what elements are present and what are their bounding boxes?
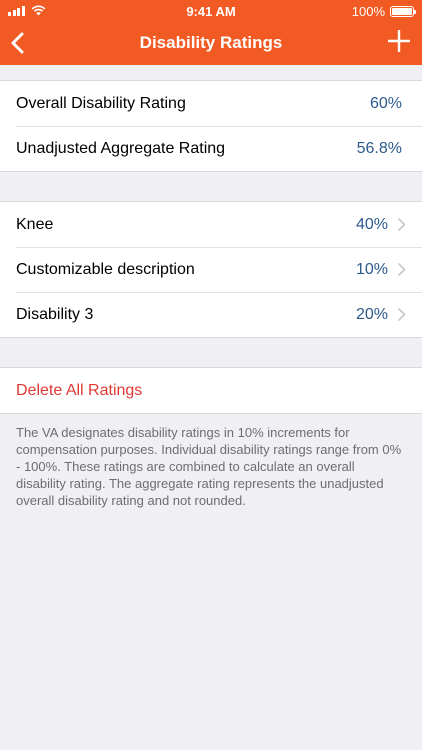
chevron-right-icon [398, 263, 406, 276]
aggregate-rating-row: Unadjusted Aggregate Rating 56.8% [0, 126, 422, 171]
plus-icon [387, 29, 411, 53]
footer-note: The VA designates disability ratings in … [16, 425, 402, 508]
rating-value: 10% [355, 260, 388, 278]
overall-rating-label: Overall Disability Rating [16, 94, 186, 112]
overall-rating-value: 60% [369, 94, 402, 112]
aggregate-rating-label: Unadjusted Aggregate Rating [16, 139, 226, 157]
page-title: Disability Ratings [139, 33, 283, 52]
battery-icon [390, 6, 416, 17]
rating-value: 20% [355, 305, 388, 323]
ratings-section: Knee 40% Customizable description 10% Di… [0, 201, 422, 338]
rating-row-knee[interactable]: Knee 40% [0, 202, 422, 247]
nav-bar: Disability Ratings [0, 22, 422, 65]
summary-section: Overall Disability Rating 60% Unadjusted… [0, 80, 422, 172]
delete-all-ratings-button[interactable]: Delete All Ratings [0, 368, 422, 413]
add-rating-button[interactable] [387, 29, 411, 53]
rating-row-disability-3[interactable]: Disability 3 20% [0, 292, 422, 337]
battery-percent: 100% [351, 4, 385, 19]
rating-row-customizable[interactable]: Customizable description 10% [0, 247, 422, 292]
aggregate-rating-value: 56.8% [356, 139, 402, 157]
chevron-right-icon [398, 218, 406, 231]
chevron-right-icon [398, 308, 406, 321]
app-header: 9:41 AM 100% Disability Ratings [0, 0, 422, 65]
rating-label: Knee [16, 215, 54, 233]
status-right: 100% [351, 4, 416, 19]
rating-label: Disability 3 [16, 305, 94, 323]
overall-rating-row: Overall Disability Rating 60% [0, 81, 422, 126]
actions-section: Delete All Ratings [0, 367, 422, 414]
status-bar: 9:41 AM 100% [0, 0, 422, 22]
rating-value: 40% [355, 215, 388, 233]
delete-all-label: Delete All Ratings [16, 381, 143, 399]
rating-label: Customizable description [16, 260, 195, 278]
